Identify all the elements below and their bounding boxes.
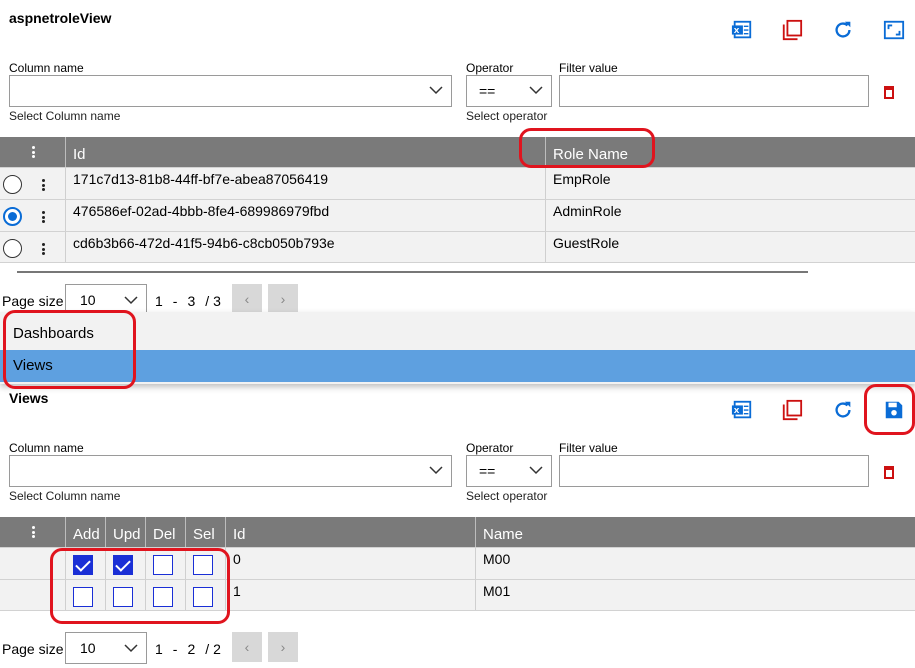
column-menu-icon[interactable]	[32, 146, 36, 158]
chevron-down-icon	[529, 463, 543, 482]
column-name-select[interactable]	[9, 75, 452, 107]
page-size-value: 10	[80, 640, 96, 656]
column-name-label: Column name	[9, 441, 84, 455]
row-radio[interactable]	[3, 239, 22, 258]
table-row[interactable]: 171c7d13-81b8-44ff-bf7e-abea87056419 Emp…	[0, 167, 915, 199]
cell-id: cd6b3b66-472d-41f5-94b6-c8cb050b793e	[73, 235, 335, 251]
page-title: aspnetroleView	[9, 10, 112, 26]
column-header-del[interactable]: Del	[145, 517, 185, 547]
chevron-down-icon	[124, 641, 138, 660]
cell-id: 0	[233, 551, 241, 567]
column-header-add[interactable]: Add	[65, 517, 105, 547]
column-header-upd[interactable]: Upd	[105, 517, 145, 547]
chevron-left-icon: ‹	[244, 639, 250, 655]
operator-hint: Select operator	[466, 109, 548, 123]
horizontal-scrollbar[interactable]	[17, 271, 808, 273]
prev-page-button[interactable]: ‹	[232, 284, 262, 314]
annotation-box-save	[864, 384, 915, 435]
operator-select[interactable]: ==	[466, 75, 552, 107]
page-size-label: Page size	[2, 293, 64, 309]
chevron-right-icon: ›	[280, 639, 286, 655]
filter-value-input[interactable]	[559, 75, 869, 107]
annotation-box-checkboxes	[50, 548, 230, 624]
grid-header: Add Upd Del Sel Id Name	[0, 517, 915, 547]
cell-role-name: EmpRole	[553, 171, 611, 187]
operator-value: ==	[479, 463, 496, 479]
annotation-box-menu	[3, 310, 136, 389]
expand-icon[interactable]	[881, 17, 907, 43]
cell-role-name: GuestRole	[553, 235, 620, 251]
column-header-sel[interactable]: Sel	[185, 517, 225, 547]
navigation-menu: Dashboards Views	[0, 312, 915, 384]
operator-select[interactable]: ==	[466, 455, 552, 487]
page-range: 1-3/3	[155, 293, 221, 309]
prev-page-button[interactable]: ‹	[232, 632, 262, 662]
filter-value-label: Filter value	[559, 441, 618, 455]
column-menu-icon[interactable]	[32, 526, 36, 538]
next-page-button[interactable]: ›	[268, 632, 298, 662]
menu-item-views[interactable]: Views	[0, 350, 915, 382]
row-menu-icon[interactable]	[42, 243, 46, 255]
cell-id: 476586ef-02ad-4bbb-8fe4-689986979fbd	[73, 203, 330, 219]
page-size-value: 10	[80, 292, 96, 308]
delete-icon[interactable]	[883, 85, 895, 104]
page-range: 1-2/2	[155, 641, 221, 657]
row-menu-icon[interactable]	[42, 179, 46, 191]
chevron-left-icon: ‹	[244, 291, 250, 307]
row-radio[interactable]	[3, 175, 22, 194]
cell-name: M00	[483, 551, 511, 567]
cell-id: 171c7d13-81b8-44ff-bf7e-abea87056419	[73, 171, 329, 187]
column-name-select[interactable]	[9, 455, 452, 487]
chevron-down-icon	[429, 463, 443, 482]
excel-export-icon[interactable]: X	[729, 397, 755, 423]
chevron-down-icon	[429, 83, 443, 102]
operator-value: ==	[479, 83, 496, 99]
column-header-name[interactable]: Name	[475, 517, 915, 547]
column-header-id[interactable]: Id	[225, 517, 475, 547]
column-header-id[interactable]: Id	[65, 137, 545, 167]
svg-text:X: X	[734, 406, 740, 415]
next-page-button[interactable]: ›	[268, 284, 298, 314]
refresh-icon[interactable]	[830, 397, 856, 423]
section-title: Views	[9, 390, 49, 406]
filter-value-label: Filter value	[559, 61, 618, 75]
copy-icon[interactable]	[779, 397, 805, 423]
cell-name: M01	[483, 583, 511, 599]
cell-id: 1	[233, 583, 241, 599]
operator-label: Operator	[466, 61, 514, 75]
column-name-hint: Select Column name	[9, 109, 121, 123]
filter-value-input[interactable]	[559, 455, 869, 487]
menu-item-dashboards[interactable]: Dashboards	[0, 318, 915, 350]
excel-export-icon[interactable]: X	[729, 17, 755, 43]
grid-header: Id Role Name	[0, 137, 915, 167]
operator-hint: Select operator	[466, 489, 548, 503]
chevron-down-icon	[124, 293, 138, 312]
copy-icon[interactable]	[779, 17, 805, 43]
page-size-select[interactable]: 10	[65, 632, 147, 664]
chevron-down-icon	[529, 83, 543, 102]
column-name-label: Column name	[9, 61, 84, 75]
delete-icon[interactable]	[883, 465, 895, 484]
operator-label: Operator	[466, 441, 514, 455]
svg-text:X: X	[734, 26, 740, 35]
table-row[interactable]: cd6b3b66-472d-41f5-94b6-c8cb050b793e Gue…	[0, 231, 915, 263]
cell-role-name: AdminRole	[553, 203, 622, 219]
chevron-right-icon: ›	[280, 291, 286, 307]
annotation-box-role-name	[519, 128, 655, 168]
refresh-icon[interactable]	[830, 17, 856, 43]
row-radio[interactable]	[3, 207, 22, 226]
column-name-hint: Select Column name	[9, 489, 121, 503]
table-row[interactable]: 476586ef-02ad-4bbb-8fe4-689986979fbd Adm…	[0, 199, 915, 231]
row-menu-icon[interactable]	[42, 211, 46, 223]
page-size-label: Page size	[2, 641, 64, 657]
